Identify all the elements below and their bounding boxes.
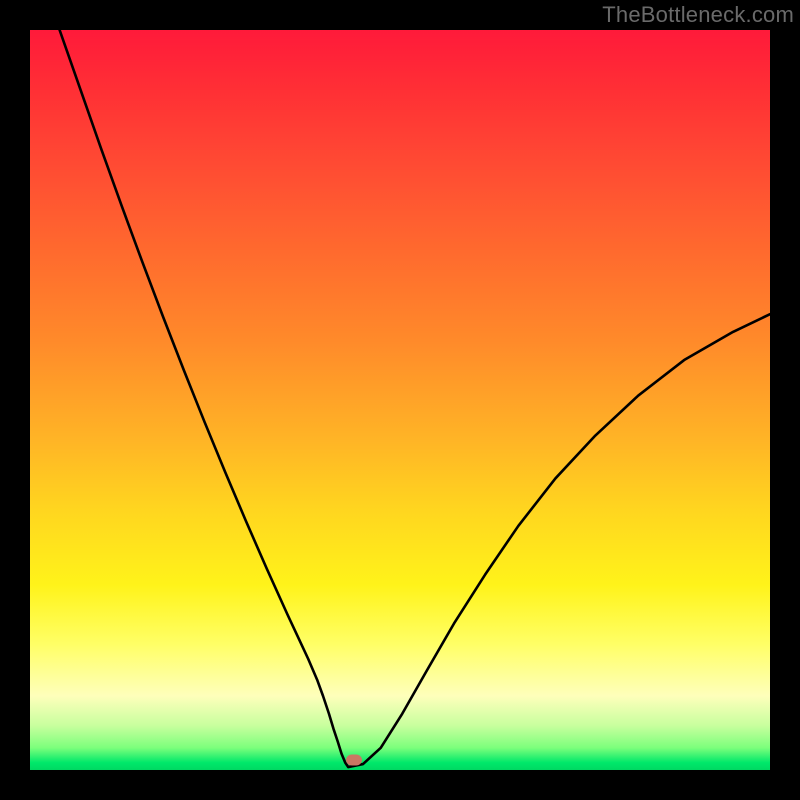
- plot-area: [30, 30, 770, 770]
- chart-frame: TheBottleneck.com: [0, 0, 800, 800]
- bottleneck-curve: [30, 30, 770, 770]
- watermark-text: TheBottleneck.com: [602, 2, 794, 28]
- optimal-point-marker: [346, 754, 362, 765]
